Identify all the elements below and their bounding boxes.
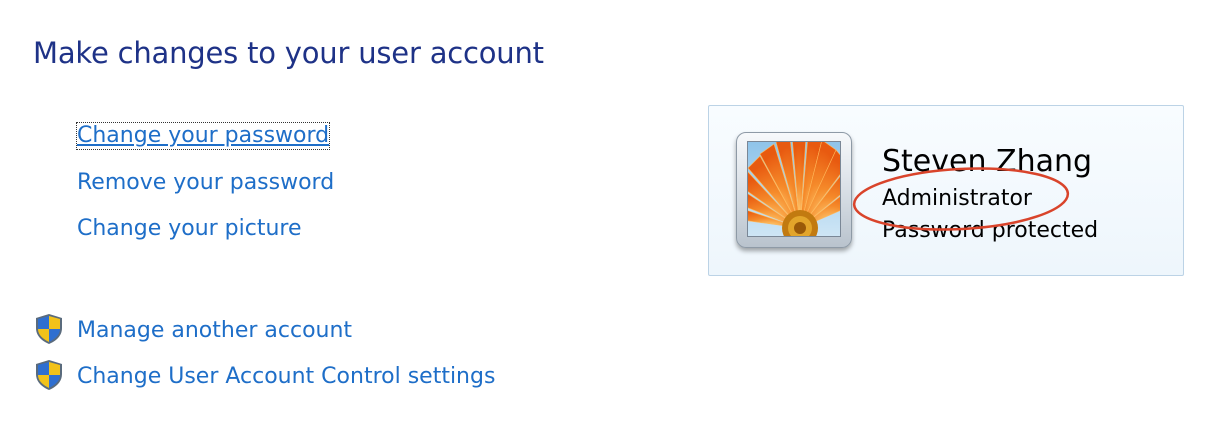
change-password-link[interactable]: Change your password xyxy=(75,122,331,150)
uac-shield-icon xyxy=(36,314,62,344)
account-card: Steven Zhang Administrator Password prot… xyxy=(708,105,1184,276)
manage-another-account-link[interactable]: Manage another account xyxy=(77,318,352,344)
account-status: Password protected xyxy=(882,218,1099,243)
change-uac-settings-link[interactable]: Change User Account Control settings xyxy=(77,364,495,390)
remove-password-link[interactable]: Remove your password xyxy=(77,170,334,196)
change-picture-link[interactable]: Change your picture xyxy=(77,216,302,242)
user-accounts-page: Make changes to your user account Change… xyxy=(0,0,1230,442)
uac-shield-icon xyxy=(36,360,62,390)
account-role: Administrator xyxy=(882,186,1032,211)
account-name: Steven Zhang xyxy=(882,144,1093,179)
orange-flower-picture xyxy=(747,141,841,237)
page-title: Make changes to your user account xyxy=(33,36,544,70)
avatar[interactable] xyxy=(736,132,852,248)
